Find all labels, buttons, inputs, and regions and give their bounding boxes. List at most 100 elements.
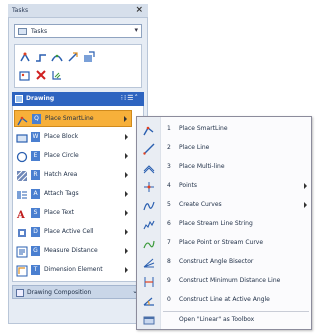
panel-title: Tasks [12,7,29,14]
menu-item-number: 6 [167,220,171,227]
delete-icon[interactable] [35,69,47,81]
submenu-arrow-icon [125,191,128,197]
submenu-arrow-icon [124,116,127,122]
menu-item-number: 1 [167,125,171,132]
menu-item-label: Construct Angle Bisector [179,258,254,265]
chevron-down-icon[interactable]: ▾ [134,26,138,34]
flyout-menu-item[interactable]: 8 Construct Angle Bisector [137,254,311,271]
fence-icon[interactable] [19,69,31,81]
menu-item-number: 2 [167,144,171,151]
shortcut-key: T [31,265,40,275]
drawing-tool-row[interactable]: D Place Active Cell [14,224,132,241]
tasks-icon [18,28,27,35]
drawing-tool-row[interactable]: T Dimension Element [14,262,132,279]
drawing-group-label: Drawing [26,95,55,102]
menu-item-label: Place SmartLine [179,125,228,132]
open-as-toolbox-label: Open "Linear" as Toolbox [179,316,255,323]
points-icon [143,181,155,193]
drawing-group-header[interactable]: Drawing ⁝⁞☰˄ [12,92,144,106]
block-icon [16,132,28,143]
tool-label: Place Text [44,209,74,216]
tool-label: Place Block [44,133,79,140]
dimension-icon[interactable] [67,51,79,63]
svg-text:A: A [16,210,25,220]
submenu-arrow-icon [125,229,128,235]
flyout-menu-item[interactable]: 2 Place Line [137,140,311,157]
shortcut-key: D [31,227,40,237]
menu-item-label: Points [179,182,198,189]
flyout-menu-item[interactable]: 3 Place Multi-line [137,159,311,176]
curve-icon[interactable] [35,51,47,63]
close-icon[interactable]: × [135,5,143,15]
flyout-menu-item[interactable]: 7 Place Point or Stream Curve [137,235,311,252]
smartline-icon [17,114,28,126]
active-angle-icon [143,295,155,307]
flyout-menu-item[interactable]: 5 Create Curves [137,197,311,214]
cell-icon[interactable] [83,51,95,63]
drawing-tool-row[interactable]: G Measure Distance [14,243,132,260]
menu-item-label: Place Point or Stream Curve [179,239,264,246]
drawing-tool-row[interactable]: A Attach Tags [14,186,132,203]
menu-item-label: Place Line [179,144,210,151]
menu-item-label: Create Curves [179,201,222,208]
dimension-icon [16,265,28,277]
menu-item-label: Place Multi-line [179,163,225,170]
drawing-tool-row[interactable]: R Hatch Area [14,167,132,184]
tool-label: Dimension Element [44,266,103,273]
menu-item-number: 0 [167,296,171,303]
shortcut-key: Q [32,114,41,124]
tool-label: Place Circle [44,152,79,159]
menu-item-label: Construct Line at Active Angle [179,296,270,303]
submenu-arrow-icon [125,210,128,216]
composition-icon [16,289,24,297]
submenu-arrow-icon [125,267,128,273]
tool-label: Place SmartLine [45,115,94,122]
menu-item-label: Construct Minimum Distance Line [179,277,281,284]
drawing-composition-header[interactable]: Drawing Composition ⌄ [12,285,144,299]
task-selector-combo[interactable]: Tasks ▾ [14,24,142,38]
text-icon: A [16,208,27,221]
shortcut-key: G [31,246,40,256]
main-toolbox [14,44,142,88]
menu-separator [163,311,309,312]
flyout-menu-item[interactable]: 0 Construct Line at Active Angle [137,292,311,309]
view-options-icon[interactable]: ⁝⁞☰˄ [121,94,139,102]
hatch-icon [16,170,28,182]
bisector-icon [143,257,155,269]
stream-icon [143,219,155,231]
circle-icon [16,151,28,163]
flyout-menu-item[interactable]: 9 Construct Minimum Distance Line [137,273,311,290]
submenu-arrow-icon [125,248,128,254]
pattern-icon[interactable] [51,69,63,81]
drawing-tool-row[interactable]: Q Place SmartLine [14,110,132,127]
open-as-toolbox-item[interactable]: Open "Linear" as Toolbox [137,314,311,328]
min-distance-icon [143,276,155,288]
flyout-menu-item[interactable]: 4 Points [137,178,311,195]
task-selector-value: Tasks [31,28,48,35]
flyout-menu-item[interactable]: 6 Place Stream Line String [137,216,311,233]
shortcut-key: S [31,208,40,218]
curves-icon [143,200,155,212]
line-icon[interactable] [19,51,31,63]
shortcut-key: W [31,132,40,142]
drawing-icon [15,95,23,103]
smartline-icon [143,124,155,136]
menu-item-number: 5 [167,201,171,208]
tool-label: Measure Distance [44,247,98,254]
menu-item-number: 3 [167,163,171,170]
submenu-arrow-icon [125,134,128,140]
menu-item-label: Place Stream Line String [179,220,253,227]
submenu-arrow-icon [304,202,307,208]
tool-label: Hatch Area [44,171,78,178]
arc-icon[interactable] [51,51,63,63]
shortcut-key: E [31,151,40,161]
flyout-menu-item[interactable]: 1 Place SmartLine [137,121,311,138]
menu-item-number: 4 [167,182,171,189]
drawing-tool-row[interactable]: W Place Block [14,129,132,146]
drawing-tool-row[interactable]: E Place Circle [14,148,132,165]
composition-group-label: Drawing Composition [27,289,92,296]
drawing-tool-row[interactable]: A S Place Text [14,205,132,222]
menu-item-number: 9 [167,277,171,284]
shortcut-key: A [31,189,40,199]
measure-icon [16,246,28,258]
